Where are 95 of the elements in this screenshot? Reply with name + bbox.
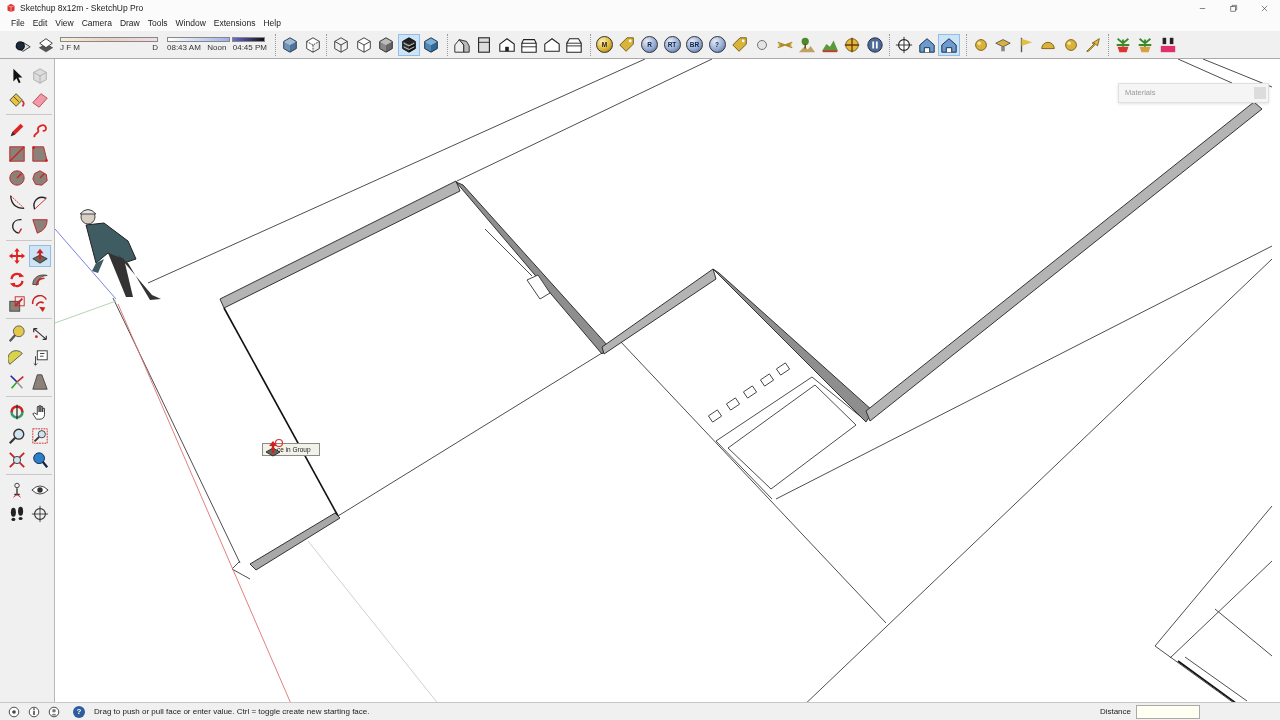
tool-button[interactable] bbox=[29, 503, 51, 525]
measurement-field[interactable] bbox=[1136, 704, 1200, 719]
arc-icon bbox=[8, 193, 26, 211]
info-icon bbox=[28, 705, 40, 718]
magnifier-icon bbox=[8, 427, 26, 445]
step-marker bbox=[725, 397, 741, 411]
menu-item[interactable]: Draw bbox=[115, 16, 144, 31]
target-icon bbox=[843, 35, 861, 54]
pie-icon bbox=[31, 217, 49, 235]
window-title: Sketchup 8x12m - SketchUp Pro bbox=[20, 3, 144, 13]
month-slider-track[interactable] bbox=[60, 36, 158, 42]
protractor-icon bbox=[8, 349, 26, 367]
crosshair-icon bbox=[895, 35, 913, 54]
house-icon bbox=[940, 35, 958, 54]
eraser-icon bbox=[31, 91, 49, 109]
paint-bucket-icon bbox=[8, 91, 26, 109]
striped-cube-icon bbox=[399, 35, 418, 54]
close-icon bbox=[1260, 3, 1269, 13]
edge-line bbox=[1202, 59, 1273, 88]
cube-outline-icon bbox=[332, 35, 350, 54]
magnifier-cross-icon bbox=[8, 451, 26, 469]
tag-icon bbox=[730, 35, 749, 54]
up-arrow-tile-icon bbox=[31, 247, 49, 265]
toolbar-button[interactable] bbox=[938, 33, 960, 56]
square-icon bbox=[1254, 87, 1266, 99]
arrow-icon bbox=[1084, 35, 1102, 54]
menu-item[interactable]: View bbox=[51, 16, 78, 31]
house-icon bbox=[497, 35, 516, 54]
menu-item[interactable]: Window bbox=[171, 16, 210, 31]
orbit-icon bbox=[8, 403, 26, 421]
move-arrows-icon bbox=[8, 247, 26, 265]
user-icon bbox=[48, 705, 60, 718]
month-label: D bbox=[152, 42, 158, 53]
toolbar-button[interactable] bbox=[397, 33, 420, 56]
time-label: 04:45 PM bbox=[232, 42, 267, 53]
cube-icon bbox=[281, 35, 299, 54]
door-outline bbox=[526, 274, 551, 300]
help-button[interactable]: ? bbox=[73, 705, 85, 718]
time-slider-track[interactable] bbox=[232, 36, 265, 42]
tree-landscape-icon bbox=[798, 35, 816, 54]
rotate-arrows-icon bbox=[8, 271, 26, 289]
menu-item[interactable]: Extensions bbox=[209, 16, 260, 31]
edge-line bbox=[1177, 59, 1233, 84]
step-marker bbox=[742, 385, 758, 399]
tool-button[interactable] bbox=[6, 323, 28, 345]
menu-item[interactable]: Camera bbox=[77, 16, 116, 31]
house-icon bbox=[565, 35, 583, 54]
potted-plant-icon bbox=[1136, 35, 1154, 54]
app-logo-icon bbox=[6, 3, 16, 13]
measurement-label: Distance bbox=[1099, 705, 1131, 718]
cube-outline-icon bbox=[303, 35, 322, 54]
step-marker bbox=[775, 362, 791, 376]
restore-icon bbox=[1229, 3, 1238, 13]
magnifier-icon bbox=[31, 451, 49, 469]
cube-icon bbox=[377, 35, 395, 54]
ring-icon bbox=[8, 705, 20, 718]
month-label: J F M bbox=[60, 42, 80, 53]
tile-icon bbox=[36, 35, 55, 54]
axes-icon bbox=[8, 373, 26, 391]
circle-icon bbox=[8, 169, 26, 187]
zoom-window-icon bbox=[31, 427, 49, 445]
rectangle-icon bbox=[8, 145, 26, 163]
time-slider-track[interactable] bbox=[167, 36, 230, 42]
pencil-icon bbox=[8, 121, 26, 139]
status-message: Drag to push or pull face or enter value. Ctrl = toggle create new starting face. bbox=[94, 705, 370, 718]
cube-outline-icon bbox=[354, 35, 373, 54]
squiggle-icon bbox=[31, 121, 49, 139]
panel-icon bbox=[475, 35, 493, 54]
cube-icon bbox=[31, 67, 49, 85]
menu-item[interactable]: Tools bbox=[143, 16, 172, 31]
block-icon bbox=[31, 373, 49, 391]
up-arrow-cursor-icon bbox=[264, 438, 284, 458]
time-label: Noon bbox=[207, 42, 227, 53]
menu-item[interactable]: File bbox=[7, 16, 29, 31]
menu-item[interactable]: Edit bbox=[28, 16, 52, 31]
polygon-icon bbox=[31, 169, 49, 187]
squares-arrow-icon bbox=[8, 295, 26, 313]
house-icon bbox=[542, 35, 561, 54]
step-marker bbox=[759, 373, 775, 387]
time-label: 08:43 AM bbox=[167, 42, 201, 53]
tool-button[interactable] bbox=[6, 449, 28, 471]
footprints-icon bbox=[8, 505, 26, 523]
tag-icon bbox=[618, 35, 636, 54]
tool-button[interactable] bbox=[29, 245, 51, 267]
figures-block-icon bbox=[1158, 35, 1177, 54]
menu-item[interactable]: Help bbox=[259, 16, 285, 31]
text-label-icon bbox=[31, 349, 49, 367]
double-arrow-icon bbox=[31, 325, 49, 343]
house-icon bbox=[917, 35, 936, 54]
pause-icon bbox=[865, 35, 884, 54]
step-marker bbox=[707, 409, 723, 423]
curved-arrow-icon bbox=[31, 295, 49, 313]
tape-measure-icon bbox=[8, 325, 26, 343]
cube-icon bbox=[422, 35, 440, 54]
crosshair-icon bbox=[31, 505, 49, 523]
